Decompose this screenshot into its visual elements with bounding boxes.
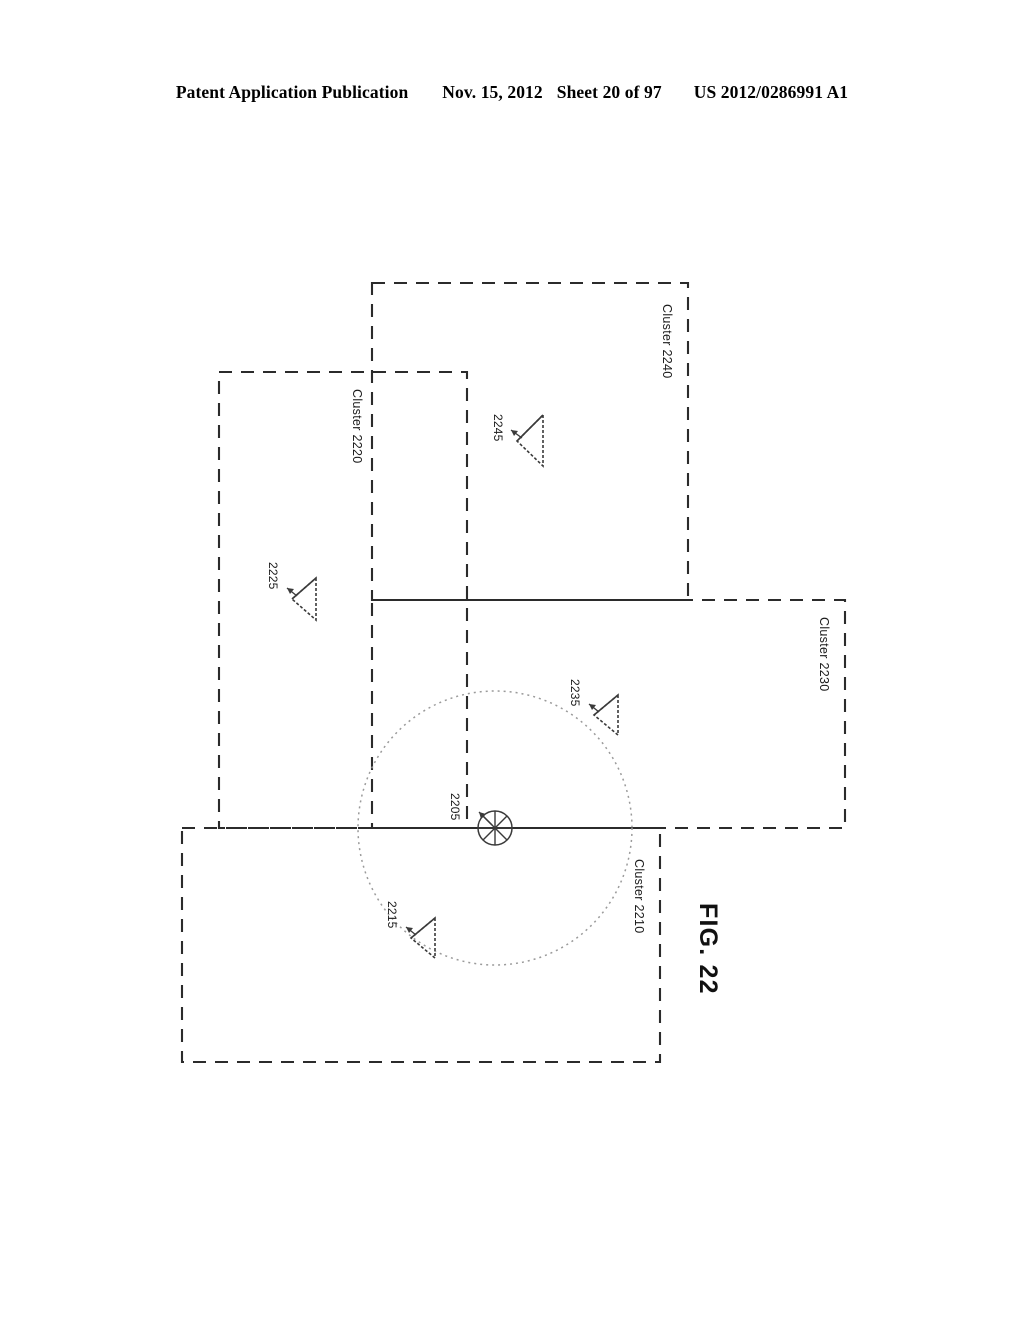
ref-label-2225: 2225 xyxy=(266,562,280,590)
antenna-triangle-icon-2235 xyxy=(588,693,619,737)
antenna-triangle-icon-2215 xyxy=(405,916,436,960)
cluster-2240-boundary xyxy=(370,281,690,602)
figure-22-drawing xyxy=(0,0,1024,1320)
cluster-2210-boundary xyxy=(180,826,662,1064)
cluster-label-2210: Cluster 2210 xyxy=(632,859,646,934)
cluster-label-2230: Cluster 2230 xyxy=(817,617,831,692)
cluster-label-2220: Cluster 2220 xyxy=(350,389,364,464)
ref-label-2245: 2245 xyxy=(491,414,505,442)
cluster-2230-boundary xyxy=(370,598,847,830)
antenna-triangle-icon-2245 xyxy=(510,413,544,468)
ref-label-2205: 2205 xyxy=(448,793,462,821)
ref-label-2215: 2215 xyxy=(385,901,399,929)
figure-caption: FIG. 22 xyxy=(694,903,722,995)
antenna-triangle-icon-2225 xyxy=(286,576,317,622)
figure-svg xyxy=(180,281,847,1064)
cluster-label-2240: Cluster 2240 xyxy=(660,304,674,379)
ref-label-2235: 2235 xyxy=(568,679,582,707)
